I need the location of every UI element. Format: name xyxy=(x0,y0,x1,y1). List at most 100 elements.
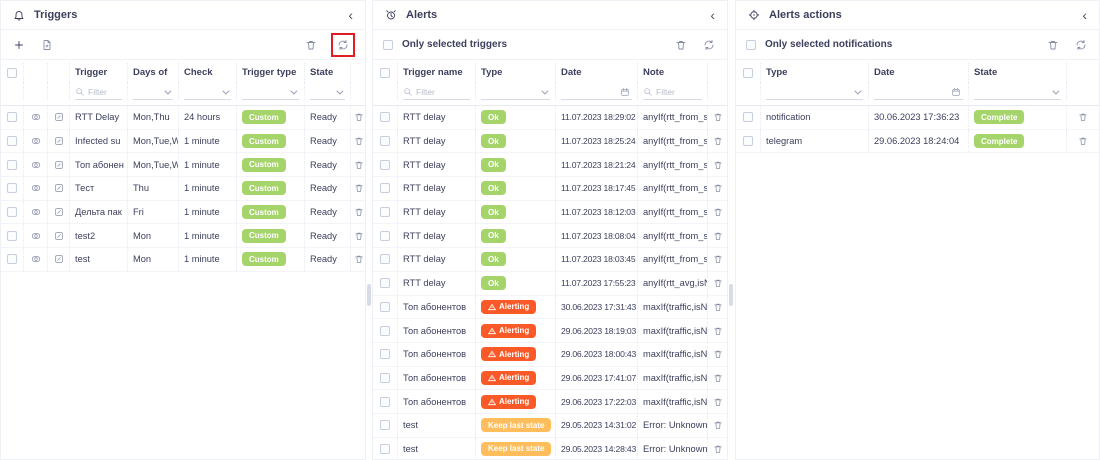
delete-selected-button[interactable] xyxy=(303,37,319,53)
state-filter-select[interactable] xyxy=(310,85,345,100)
trigger-filter-input[interactable]: Filter xyxy=(75,85,122,100)
toggle-icon[interactable] xyxy=(28,180,44,196)
row-checkbox[interactable] xyxy=(7,136,17,146)
toggle-icon[interactable] xyxy=(28,109,44,125)
trash-icon[interactable] xyxy=(1075,109,1091,125)
only-selected-notifications-checkbox[interactable] xyxy=(746,40,756,50)
trash-icon[interactable] xyxy=(351,157,366,173)
row-checkbox[interactable] xyxy=(7,160,17,170)
row-checkbox[interactable] xyxy=(7,112,17,122)
alert-row: Топ абонентов Alerting 29.06.2023 17:22:… xyxy=(373,390,727,414)
panel-resizer[interactable] xyxy=(728,0,735,460)
trash-icon[interactable] xyxy=(710,133,726,149)
trash-icon[interactable] xyxy=(710,275,726,291)
trash-icon[interactable] xyxy=(710,204,726,220)
refresh-button[interactable] xyxy=(701,37,717,53)
edit-icon[interactable] xyxy=(51,109,67,125)
trash-icon[interactable] xyxy=(710,109,726,125)
row-checkbox[interactable] xyxy=(380,444,390,454)
new-file-icon[interactable] xyxy=(39,37,55,53)
row-checkbox[interactable] xyxy=(380,160,390,170)
trash-icon[interactable] xyxy=(351,133,366,149)
row-checkbox[interactable] xyxy=(380,231,390,241)
toggle-icon[interactable] xyxy=(28,204,44,220)
alert-trigger-name: RTT delay xyxy=(397,130,475,153)
alert-trigger-name: RTT delay xyxy=(397,248,475,271)
note-filter-input[interactable]: Filter xyxy=(643,85,702,100)
date-filter-picker[interactable] xyxy=(561,85,632,100)
row-checkbox[interactable] xyxy=(743,112,753,122)
select-all-checkbox[interactable] xyxy=(7,68,17,78)
days-filter-select[interactable] xyxy=(133,85,173,100)
only-selected-triggers-checkbox[interactable] xyxy=(383,40,393,50)
select-all-checkbox[interactable] xyxy=(743,68,753,78)
trigger-name: Дельта пак xyxy=(69,201,127,224)
trash-icon[interactable] xyxy=(710,299,726,315)
trash-icon[interactable] xyxy=(351,109,366,125)
refresh-button[interactable] xyxy=(335,37,351,53)
add-trigger-button[interactable] xyxy=(11,37,27,53)
row-checkbox[interactable] xyxy=(7,231,17,241)
trash-icon[interactable] xyxy=(710,157,726,173)
edit-icon[interactable] xyxy=(51,228,67,244)
edit-icon[interactable] xyxy=(51,180,67,196)
trash-icon[interactable] xyxy=(710,417,726,433)
trash-icon[interactable] xyxy=(710,323,726,339)
row-checkbox[interactable] xyxy=(380,397,390,407)
trash-icon[interactable] xyxy=(351,180,366,196)
state-filter-select[interactable] xyxy=(974,85,1061,100)
row-checkbox[interactable] xyxy=(7,207,17,217)
resize-handle[interactable] xyxy=(729,284,733,306)
trash-icon[interactable] xyxy=(710,394,726,410)
panel-resizer[interactable] xyxy=(366,0,372,460)
edit-icon[interactable] xyxy=(51,157,67,173)
edit-icon[interactable] xyxy=(51,204,67,220)
row-checkbox[interactable] xyxy=(743,136,753,146)
row-checkbox[interactable] xyxy=(380,278,390,288)
row-checkbox[interactable] xyxy=(380,326,390,336)
row-checkbox[interactable] xyxy=(380,373,390,383)
toggle-icon[interactable] xyxy=(28,251,44,267)
row-checkbox[interactable] xyxy=(380,136,390,146)
resize-handle[interactable] xyxy=(367,284,371,306)
trash-icon[interactable] xyxy=(1075,133,1091,149)
toggle-icon[interactable] xyxy=(28,157,44,173)
row-checkbox[interactable] xyxy=(380,302,390,312)
date-filter-picker[interactable] xyxy=(874,85,963,100)
trash-icon[interactable] xyxy=(710,441,726,457)
refresh-button[interactable] xyxy=(1073,37,1089,53)
row-checkbox[interactable] xyxy=(380,254,390,264)
trash-icon[interactable] xyxy=(710,251,726,267)
row-checkbox[interactable] xyxy=(380,207,390,217)
collapse-panel-button[interactable]: ‹ xyxy=(708,8,717,22)
delete-selected-button[interactable] xyxy=(1045,37,1061,53)
delete-selected-button[interactable] xyxy=(673,37,689,53)
trigger-row: Infected su Mon,Tue,We 1 minute Custom R… xyxy=(1,130,365,154)
type-filter-select[interactable] xyxy=(481,85,550,100)
select-all-checkbox[interactable] xyxy=(380,68,390,78)
trigger-name-filter-input[interactable]: Filter xyxy=(403,85,470,100)
trash-icon[interactable] xyxy=(710,228,726,244)
trash-icon[interactable] xyxy=(710,180,726,196)
row-checkbox[interactable] xyxy=(380,420,390,430)
check-filter-select[interactable] xyxy=(184,85,231,100)
trash-icon[interactable] xyxy=(710,370,726,386)
edit-icon[interactable] xyxy=(51,251,67,267)
trash-icon[interactable] xyxy=(351,228,366,244)
type-filter-select[interactable] xyxy=(766,85,863,100)
trash-icon[interactable] xyxy=(351,251,366,267)
collapse-panel-button[interactable]: ‹ xyxy=(346,8,355,22)
collapse-panel-button[interactable]: ‹ xyxy=(1080,8,1089,22)
trash-icon[interactable] xyxy=(710,346,726,362)
row-checkbox[interactable] xyxy=(380,183,390,193)
column-header-note: Note xyxy=(637,63,707,82)
trash-icon[interactable] xyxy=(351,204,366,220)
edit-icon[interactable] xyxy=(51,133,67,149)
row-checkbox[interactable] xyxy=(380,112,390,122)
toggle-icon[interactable] xyxy=(28,228,44,244)
trigger-type-filter-select[interactable] xyxy=(242,85,299,100)
row-checkbox[interactable] xyxy=(7,183,17,193)
row-checkbox[interactable] xyxy=(380,349,390,359)
row-checkbox[interactable] xyxy=(7,254,17,264)
toggle-icon[interactable] xyxy=(28,133,44,149)
